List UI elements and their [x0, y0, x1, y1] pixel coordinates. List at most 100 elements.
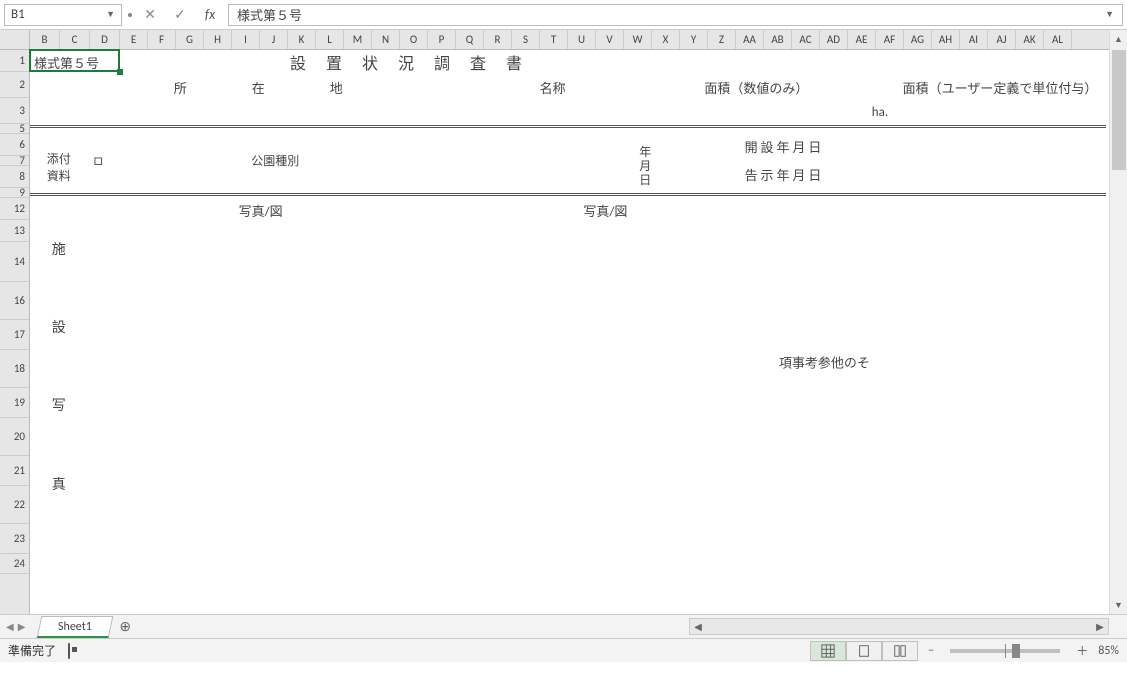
- formula-input[interactable]: 様式第５号 ▼: [228, 4, 1123, 26]
- tab-nav-prev-icon[interactable]: ◀: [6, 620, 14, 633]
- column-header[interactable]: AG: [904, 30, 932, 49]
- row-header[interactable]: 2: [0, 72, 29, 98]
- row-header[interactable]: 3: [0, 98, 29, 124]
- column-header[interactable]: Z: [708, 30, 736, 49]
- column-header[interactable]: L: [316, 30, 344, 49]
- column-header[interactable]: I: [232, 30, 260, 49]
- select-all-corner[interactable]: [0, 30, 30, 50]
- vertical-scroll-thumb[interactable]: [1112, 50, 1126, 170]
- column-header[interactable]: U: [568, 30, 596, 49]
- column-header[interactable]: G: [176, 30, 204, 49]
- other-notes-value-cell[interactable]: [868, 194, 1106, 538]
- vertical-scrollbar[interactable]: ▲ ▼: [1109, 30, 1127, 614]
- column-header[interactable]: C: [60, 30, 90, 49]
- sheet-canvas[interactable]: 様式第５号 設 置 状 況 調 査 書 所 在 地 名称 面積（数値のみ）: [30, 50, 1109, 614]
- column-header[interactable]: O: [400, 30, 428, 49]
- column-header[interactable]: J: [260, 30, 288, 49]
- other-notes-label-cell[interactable]: そ の 他 参 考 事 項: [777, 194, 868, 538]
- photo2-area[interactable]: [434, 226, 777, 538]
- column-header[interactable]: AF: [876, 30, 904, 49]
- open-date-cell[interactable]: 開 設 年 月 日: [672, 136, 894, 156]
- row-header[interactable]: 22: [0, 486, 29, 524]
- photo1-area[interactable]: [87, 226, 433, 538]
- row-header[interactable]: 6: [0, 134, 29, 156]
- scroll-down-icon[interactable]: ▼: [1110, 596, 1127, 614]
- photo2-label-cell[interactable]: 写真/図: [434, 194, 777, 226]
- form-number-cell[interactable]: 様式第５号: [30, 50, 116, 74]
- column-header[interactable]: AI: [960, 30, 988, 49]
- column-header[interactable]: B: [30, 30, 60, 49]
- address-label-cell[interactable]: 所 在 地: [30, 74, 487, 100]
- blank-cell[interactable]: [487, 126, 619, 194]
- row-header[interactable]: 7: [0, 156, 29, 166]
- tab-nav-buttons[interactable]: ◀ ▶: [0, 615, 31, 638]
- zoom-out-button[interactable]: −: [928, 644, 934, 658]
- column-header[interactable]: AB: [764, 30, 792, 49]
- zoom-slider-thumb[interactable]: [1012, 644, 1020, 658]
- checkbox-cell[interactable]: □: [87, 126, 248, 194]
- row-header[interactable]: 8: [0, 166, 29, 188]
- view-page-break-button[interactable]: [882, 641, 918, 661]
- park-kind-value-cell[interactable]: [302, 126, 487, 194]
- column-header[interactable]: N: [372, 30, 400, 49]
- row-header[interactable]: 17: [0, 320, 29, 350]
- area-num-value-cell[interactable]: ha.: [619, 100, 895, 126]
- blank-cell[interactable]: [672, 126, 894, 136]
- row-header[interactable]: 13: [0, 220, 29, 242]
- cancel-button[interactable]: ✕: [138, 4, 162, 26]
- row-header[interactable]: 1: [0, 50, 29, 72]
- ymd-label-cell[interactable]: 年 月 日: [619, 126, 672, 194]
- confirm-button[interactable]: ✓: [168, 4, 192, 26]
- column-header[interactable]: Y: [680, 30, 708, 49]
- formula-bar-divider[interactable]: [128, 4, 132, 26]
- column-header[interactable]: H: [204, 30, 232, 49]
- row-header[interactable]: 23: [0, 524, 29, 554]
- name-box[interactable]: B1 ▼: [4, 4, 122, 26]
- column-header[interactable]: S: [512, 30, 540, 49]
- selection-fill-handle[interactable]: [117, 69, 123, 75]
- column-header[interactable]: R: [484, 30, 512, 49]
- blank-cell[interactable]: [698, 50, 894, 74]
- scroll-up-icon[interactable]: ▲: [1110, 30, 1127, 48]
- column-header[interactable]: AH: [932, 30, 960, 49]
- title-cell[interactable]: 設 置 状 況 調 査 書: [116, 50, 698, 74]
- column-headers[interactable]: BCDEFGHIJKLMNOPQRSTUVWXYZAAABACADAEAFAGA…: [30, 30, 1109, 50]
- park-kind-label-cell[interactable]: 公園種別: [248, 126, 301, 194]
- column-header[interactable]: M: [344, 30, 372, 49]
- column-header[interactable]: P: [428, 30, 456, 49]
- name-label-cell[interactable]: 名称: [487, 74, 619, 100]
- row-header[interactable]: 20: [0, 418, 29, 456]
- column-header[interactable]: AE: [848, 30, 876, 49]
- area-num-label-cell[interactable]: 面積（数値のみ）: [619, 74, 895, 100]
- column-header[interactable]: AA: [736, 30, 764, 49]
- column-header[interactable]: X: [652, 30, 680, 49]
- horizontal-scrollbar[interactable]: ◀ ▶: [139, 615, 1109, 638]
- area-unit-label-cell[interactable]: 面積（ユーザー定義で単位付与）: [894, 74, 1106, 100]
- blank-cell[interactable]: [894, 126, 1106, 194]
- insert-function-button[interactable]: fx: [198, 4, 222, 26]
- row-header[interactable]: 24: [0, 554, 29, 574]
- column-header[interactable]: K: [288, 30, 316, 49]
- column-header[interactable]: F: [148, 30, 176, 49]
- row-header[interactable]: 5: [0, 124, 29, 134]
- column-header[interactable]: T: [540, 30, 568, 49]
- column-header[interactable]: Q: [456, 30, 484, 49]
- area-unit-value-cell[interactable]: [894, 100, 1106, 126]
- photo1-label-cell[interactable]: 写真/図: [87, 194, 433, 226]
- view-page-layout-button[interactable]: [846, 641, 882, 661]
- row-header[interactable]: 9: [0, 188, 29, 198]
- blank-cell[interactable]: [672, 156, 894, 164]
- name-box-dropdown-icon[interactable]: ▼: [106, 9, 115, 20]
- column-header[interactable]: E: [120, 30, 148, 49]
- name-value-cell[interactable]: [487, 100, 619, 126]
- row-header[interactable]: 19: [0, 388, 29, 418]
- macro-record-icon[interactable]: [68, 644, 70, 658]
- zoom-slider[interactable]: [950, 649, 1060, 653]
- row-header[interactable]: 14: [0, 242, 29, 282]
- column-header[interactable]: AL: [1044, 30, 1072, 49]
- scroll-left-icon[interactable]: ◀: [690, 620, 706, 633]
- column-header[interactable]: AJ: [988, 30, 1016, 49]
- zoom-level[interactable]: 85%: [1098, 644, 1119, 658]
- formula-expand-icon[interactable]: ▼: [1105, 9, 1114, 20]
- row-header[interactable]: 12: [0, 198, 29, 220]
